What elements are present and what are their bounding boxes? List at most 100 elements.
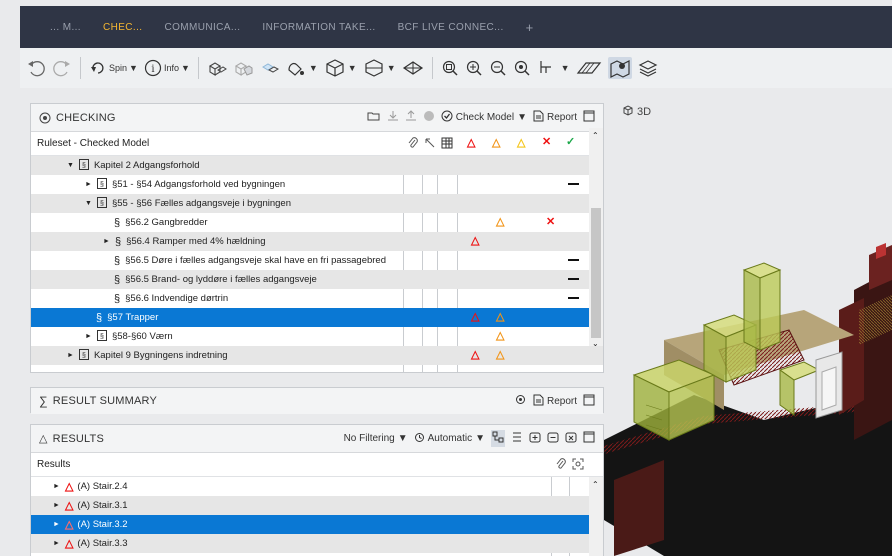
rule-label: §56.5 Brand- og lyddøre i fælles adgangs… [125,274,317,285]
scroll-up-icon[interactable]: ⌃ [592,480,599,489]
sort-results-icon[interactable] [511,431,523,446]
edit-issue-icon[interactable] [547,431,559,446]
viewpoint-icon[interactable] [572,458,584,473]
ruleset-row[interactable]: § §56.5 Døre i fælles adgangsveje skal ha… [31,251,603,270]
collapse-arrow-icon[interactable]: ► [53,521,60,528]
stop-icon[interactable] [423,110,435,125]
plane-view-icon[interactable] [576,59,602,77]
chevron-down-icon: ▼ [475,433,485,444]
upload-icon[interactable] [405,110,417,125]
chevron-down-icon: ▼ [347,63,357,73]
rule-label: §55 - §56 Fælles adgangsveje i bygningen [111,198,291,209]
ruleset-row[interactable]: ► § §51 - §54 Adgangsforhold ved bygningen [31,175,603,194]
tab-communication[interactable]: COMMUNICA... [164,22,240,33]
measure-tool-icon[interactable]: ▼ [537,59,570,77]
spin-button[interactable]: Spin ▼ [89,59,138,77]
ruleset-row[interactable]: ▼ § §55 - §56 Fælles adgangsveje i bygning… [31,194,603,213]
zoom-in-icon[interactable] [465,59,483,77]
scrollbar-thumb[interactable] [591,208,601,338]
maximize-panel-icon[interactable] [583,394,595,409]
svg-text:i: i [151,64,154,75]
sum-icon: ∑ [39,394,48,408]
critical-issue-icon: △ [64,519,74,531]
tab-information-takeoff[interactable]: INFORMATION TAKE... [262,22,375,33]
add-tab-button[interactable]: + [526,20,534,35]
chevron-down-icon: ▼ [517,112,527,123]
automatic-dropdown[interactable]: Automatic ▼ [414,432,485,446]
collapse-arrow-icon[interactable]: ► [53,483,60,490]
color-objects-icon[interactable]: ▼ [285,58,318,78]
check-circle-icon [441,110,453,125]
maximize-panel-icon[interactable] [583,431,595,446]
ruleset-row[interactable]: § §57 Trapper △ △ [31,308,603,327]
result-label: (A) Stair.3.3 [77,538,128,549]
rule-label: Kapitel 2 Adgangsforhold [93,160,200,171]
attachment-icon[interactable] [555,458,567,473]
scroll-up-icon[interactable]: ⌃ [592,131,599,140]
result-row[interactable]: ► △ (A) Stair.3.2 [31,515,603,534]
attachment-icon[interactable] [407,137,419,152]
ruleset-row[interactable]: ► § Kapitel 9 Bygningens indretning △ △ [31,346,603,365]
cube-view-icon[interactable]: ▼ [324,58,357,78]
view-label: 3D [637,105,652,118]
section-box-icon[interactable]: ▼ [363,58,396,78]
redo-icon[interactable] [52,58,72,78]
check-model-button[interactable]: Check Model ▼ [441,110,527,125]
result-row[interactable]: ► △ (A) Stair.3.3 [31,534,603,553]
summary-report-button[interactable]: Report [533,394,577,409]
chevron-down-icon: ▼ [397,433,408,444]
remove-issue-icon[interactable] [565,431,577,446]
zoom-extents-icon[interactable] [441,59,459,77]
checking-icon [39,112,51,124]
add-issue-icon[interactable] [529,431,541,446]
hide-objects-icon[interactable] [207,58,227,78]
table-icon[interactable] [441,137,453,152]
download-icon[interactable] [387,110,399,125]
measure-icon[interactable] [424,137,436,152]
isolate-objects-icon[interactable] [233,58,253,78]
results-scrollbar[interactable]: ⌃ [589,477,603,556]
expand-arrow-icon[interactable]: ▼ [67,162,74,169]
result-row[interactable]: ► △ (A) Stair.3.1 [31,496,603,515]
expand-arrow-icon[interactable]: ▼ [85,200,92,207]
collapse-arrow-icon[interactable]: ► [85,333,92,340]
ruleset-row[interactable]: § §56.6 Indvendige dørtrin [31,289,603,308]
info-button[interactable]: i Info ▼ [144,59,190,77]
ruleset-row[interactable]: § §56.5 Brand- og lyddøre i fælles adgang… [31,270,603,289]
zoom-selection-icon[interactable] [513,59,531,77]
ruleset-row[interactable]: § §56.2 Gangbredder △ ✕ [31,213,603,232]
scroll-down-icon[interactable]: ⌄ [592,339,599,348]
tab-model[interactable]: ... M... [50,22,81,33]
section-symbol-icon: § [114,235,122,248]
tab-checking[interactable]: CHEC... [103,22,142,33]
collapse-arrow-icon[interactable]: ► [53,502,60,509]
zoom-out-icon[interactable] [489,59,507,77]
collapse-arrow-icon[interactable]: ► [85,181,92,188]
collapse-arrow-icon[interactable]: ► [53,540,60,547]
results-list: ► △ (A) Stair.2.4 ► △ (A) Stair.3.1 ► △ (A) Stai… [31,477,603,556]
tab-bcf-live-connect[interactable]: BCF LIVE CONNEC... [398,22,504,33]
undo-icon[interactable] [26,58,46,78]
group-results-icon[interactable] [491,430,505,447]
transparent-objects-icon[interactable] [259,58,279,78]
ruleset-row[interactable]: ► § §58-§60 Værn △ [31,327,603,346]
red-severity-icon: △ [471,235,480,247]
settings-gear-icon[interactable] [514,393,527,409]
ruleset-row[interactable]: ▼ § Kapitel 2 Adgangsforhold [31,156,603,175]
not-applicable-dash-icon [568,297,579,299]
critical-severity-icon: △ [467,137,476,149]
result-row[interactable]: ► △ (A) Stair.2.4 [31,477,603,496]
filter-dropdown[interactable]: No Filtering ▼ [344,433,408,444]
rule-group-icon: § [96,196,107,211]
collapse-arrow-icon[interactable]: ► [103,238,110,245]
ruleset-row[interactable]: ► § §56.4 Ramper med 4% hældning △ [31,232,603,251]
3d-viewport[interactable] [604,120,892,556]
map-view-icon[interactable] [607,57,632,79]
collapse-arrow-icon[interactable]: ► [67,352,74,359]
maximize-panel-icon[interactable] [583,110,595,125]
ruleset-scrollbar[interactable]: ⌃ ⌄ [589,128,603,348]
plan-section-icon[interactable] [402,58,424,78]
report-button[interactable]: Report [533,110,577,125]
layers-icon[interactable] [638,58,658,78]
open-folder-icon[interactable] [367,110,381,125]
